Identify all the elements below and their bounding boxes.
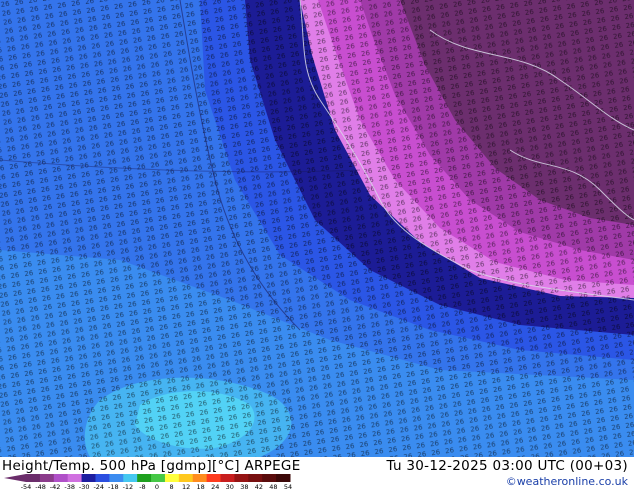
scale-segment (151, 474, 166, 482)
scale-segment (262, 474, 277, 482)
scale-segment (164, 474, 180, 482)
scale-segment (109, 474, 124, 482)
scale-segment (26, 474, 41, 482)
scale-segment (220, 474, 235, 482)
scale-segment (137, 474, 152, 482)
credit-link[interactable]: ©weatheronline.co.uk (506, 475, 628, 488)
scale-segment (178, 474, 194, 482)
scale-segment (248, 474, 263, 482)
scale-segment (276, 474, 291, 482)
weather-map: 26 (0, 0, 634, 457)
scale-segment (123, 474, 138, 482)
map-title: Height/Temp. 500 hPa [gdmp][°C] ARPEGE (2, 458, 301, 474)
scale-segment (95, 474, 110, 482)
scale-segment (39, 474, 55, 482)
map-footer: Height/Temp. 500 hPa [gdmp][°C] ARPEGE T… (0, 457, 634, 491)
scale-segment (53, 474, 69, 482)
contour-number-texture (0, 0, 634, 457)
temperature-field-map: 26 (0, 0, 634, 457)
forecast-datetime: Tu 30-12-2025 03:00 UTC (00+03) (386, 458, 628, 474)
scale-arrow-left (4, 474, 26, 482)
scale-segment (234, 474, 249, 482)
scale-segment (67, 474, 83, 482)
scale-segment (206, 474, 222, 482)
scale-segment (192, 474, 208, 482)
color-scale-bar (4, 474, 291, 482)
scale-segment (81, 474, 96, 482)
